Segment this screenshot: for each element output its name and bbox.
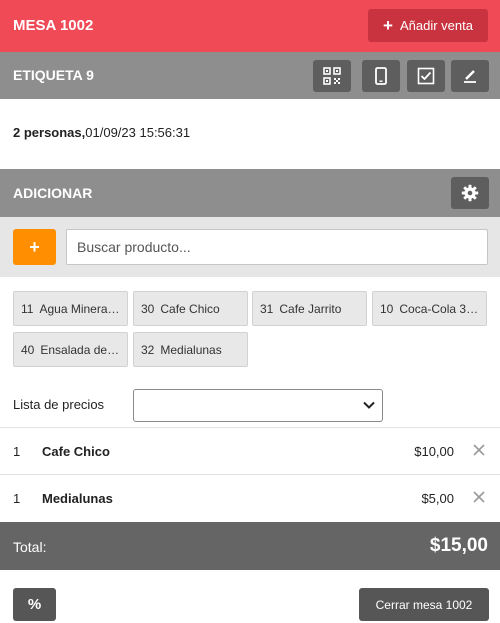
mobile-button[interactable]	[362, 60, 400, 92]
plus-icon: +	[383, 16, 393, 35]
qr-code-button[interactable]	[313, 60, 351, 92]
product-code: 40	[21, 342, 35, 357]
order-line: 1 Cafe Chico $10,00	[0, 427, 500, 474]
product-name: Medialunas	[160, 342, 222, 357]
product-name: Agua Mineral ...	[39, 301, 120, 316]
product-code: 32	[141, 342, 155, 357]
product-button[interactable]: 40 Ensalada de ...	[13, 332, 128, 367]
add-sale-button[interactable]: + Añadir venta	[368, 9, 488, 42]
product-button[interactable]: 32 Medialunas	[133, 332, 248, 367]
total-label: Total:	[13, 539, 47, 555]
product-button[interactable]: 10 Coca-Cola 37...	[372, 291, 487, 326]
opened-datetime: 01/09/23 15:56:31	[85, 125, 191, 140]
product-code: 30	[141, 301, 155, 316]
checkbox-icon	[417, 67, 435, 85]
close-icon[interactable]	[472, 490, 486, 504]
add-section-header: ADICIONAR	[0, 169, 500, 217]
add-product-button[interactable]: +	[13, 229, 56, 265]
add-section-title: ADICIONAR	[13, 185, 93, 201]
product-grid: 11 Agua Mineral ... 30 Cafe Chico 31 Caf…	[0, 277, 500, 380]
product-code: 10	[380, 301, 394, 316]
table-info: 2 personas,01/09/23 15:56:31	[13, 125, 190, 140]
product-name: Cafe Jarrito	[279, 301, 342, 316]
total-amount: $15,00	[429, 535, 488, 556]
line-price: $5,00	[421, 491, 454, 506]
discount-button[interactable]: %	[13, 588, 56, 621]
label-title: ETIQUETA 9	[13, 67, 94, 83]
product-code: 31	[260, 301, 274, 316]
product-code: 11	[21, 301, 34, 316]
product-name: Cafe Chico	[160, 301, 220, 316]
mobile-icon	[375, 67, 387, 85]
line-quantity: 1	[13, 444, 21, 459]
total-bar: Total: $15,00	[0, 522, 500, 570]
close-table-button[interactable]: Cerrar mesa 1002	[359, 588, 489, 621]
checklist-button[interactable]	[407, 60, 445, 92]
order-line: 1 Medialunas $5,00	[0, 474, 500, 521]
product-name: Coca-Cola 37...	[399, 301, 479, 316]
chevron-down-icon	[363, 401, 375, 409]
line-quantity: 1	[13, 491, 21, 506]
product-name: Ensalada de ...	[40, 342, 120, 357]
gear-icon	[461, 184, 479, 202]
product-button[interactable]: 31 Cafe Jarrito	[252, 291, 367, 326]
close-icon[interactable]	[472, 443, 486, 457]
table-title: MESA 1002	[13, 17, 94, 34]
product-button[interactable]: 30 Cafe Chico	[133, 291, 248, 326]
search-input[interactable]	[66, 229, 488, 265]
line-price: $10,00	[414, 444, 454, 459]
product-button[interactable]: 11 Agua Mineral ...	[13, 291, 128, 326]
price-list-select[interactable]	[133, 389, 383, 422]
line-product-name: Cafe Chico	[42, 444, 110, 459]
edit-icon	[464, 70, 476, 83]
edit-button[interactable]	[451, 60, 489, 92]
add-sale-label: Añadir venta	[399, 18, 473, 33]
qr-code-icon	[323, 67, 341, 85]
line-product-name: Medialunas	[42, 491, 113, 506]
people-count: 2 personas,	[13, 125, 86, 140]
price-list-label: Lista de precios	[13, 397, 105, 412]
settings-button[interactable]	[451, 177, 489, 209]
